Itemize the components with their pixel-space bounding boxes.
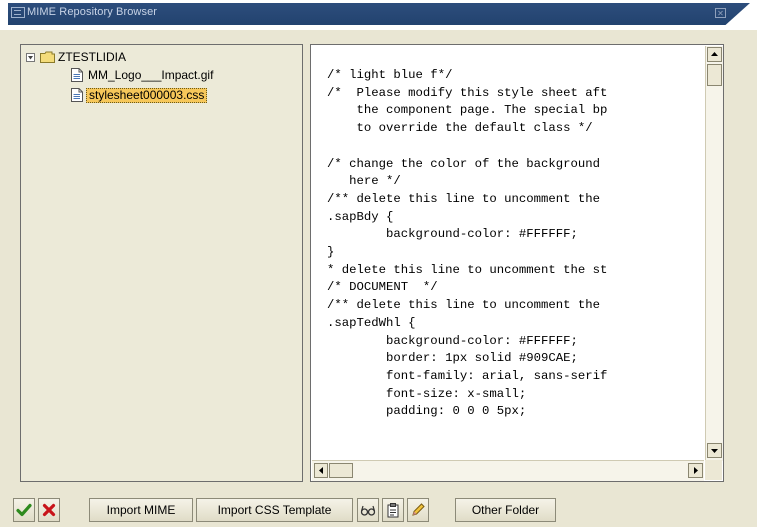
checkmark-icon <box>16 503 32 517</box>
mime-repository-browser-window: MIME Repository Browser ✕ ZTESTLIDIA MM_… <box>0 0 757 527</box>
code-line: .sapBdy { <box>327 209 394 224</box>
scroll-down-button[interactable] <box>707 443 722 458</box>
arrow-right-icon <box>694 467 698 474</box>
code-line: /* DOCUMENT */ <box>327 280 438 295</box>
folder-label: ZTESTLIDIA <box>58 50 127 64</box>
code-editor[interactable]: /* light blue f*/ /* Please modify this … <box>310 44 724 482</box>
arrow-down-icon <box>711 449 718 453</box>
tree-file-stylesheet-css[interactable]: stylesheet000003.css <box>71 88 291 104</box>
code-line: /* light blue f*/ <box>327 68 453 82</box>
code-line: .sapTedWhl { <box>327 315 416 330</box>
code-line: /* change the color of the background <box>327 156 601 171</box>
scroll-thumb-horizontal[interactable] <box>329 463 353 478</box>
glasses-icon <box>360 505 376 516</box>
code-line: to override the default class */ <box>327 121 593 136</box>
code-line: /* Please modify this style sheet aft <box>327 85 608 100</box>
other-folder-button[interactable]: Other Folder <box>455 498 556 522</box>
cancel-button[interactable] <box>38 498 60 522</box>
import-css-template-button[interactable]: Import CSS Template <box>196 498 353 522</box>
scroll-corner <box>705 460 722 480</box>
code-line: border: 1px solid #909CAE; <box>327 351 578 366</box>
code-line: } <box>327 245 335 260</box>
title-bar: MIME Repository Browser ✕ <box>0 0 757 30</box>
code-line: font-family: arial, sans-serif <box>327 368 608 383</box>
code-line: padding: 0 0 0 5px; <box>327 404 527 419</box>
tree-folder-ztestlidia[interactable]: ZTESTLIDIA <box>26 50 226 66</box>
file-label-selected: stylesheet000003.css <box>86 88 208 103</box>
code-line: background-color: #FFFFFF; <box>327 227 578 242</box>
folder-icon <box>40 51 55 63</box>
scroll-left-button[interactable] <box>314 463 328 478</box>
edit-button[interactable] <box>407 498 429 522</box>
scroll-thumb[interactable] <box>707 64 722 86</box>
scroll-right-button[interactable] <box>688 463 703 478</box>
import-mime-button[interactable]: Import MIME <box>89 498 193 522</box>
code-line: /** delete this line to uncomment the <box>327 298 601 313</box>
horizontal-scrollbar[interactable] <box>312 460 704 481</box>
folder-tree: ZTESTLIDIA MM_Logo___Impact.gif styleshe… <box>20 44 303 482</box>
clipboard-button[interactable] <box>382 498 404 522</box>
code-line: background-color: #FFFFFF; <box>327 333 578 348</box>
pencil-icon <box>412 503 425 516</box>
file-icon <box>71 88 83 102</box>
clipboard-icon <box>387 503 399 518</box>
window-icon <box>11 7 25 18</box>
confirm-button[interactable] <box>13 498 35 522</box>
code-line: the component page. The special bp <box>327 103 608 118</box>
display-button[interactable] <box>357 498 379 522</box>
code-line: /** delete this line to uncomment the <box>327 191 601 206</box>
arrow-up-icon <box>711 52 718 56</box>
vertical-scrollbar[interactable] <box>705 46 723 461</box>
code-line: * delete this line to uncomment the st <box>327 262 608 277</box>
close-icon[interactable]: ✕ <box>715 8 726 18</box>
file-label: MM_Logo___Impact.gif <box>88 68 214 82</box>
code-line: font-size: x-small; <box>327 386 527 401</box>
tree-file-logo-gif[interactable]: MM_Logo___Impact.gif <box>71 68 291 84</box>
chevron-down-icon[interactable] <box>26 53 35 62</box>
scroll-up-button[interactable] <box>707 47 722 62</box>
code-text[interactable]: /* light blue f*/ /* Please modify this … <box>327 67 607 421</box>
cancel-icon <box>42 503 56 517</box>
code-line: here */ <box>327 174 401 189</box>
window-title: MIME Repository Browser <box>27 6 158 18</box>
arrow-left-icon <box>319 467 323 474</box>
file-icon <box>71 68 83 82</box>
